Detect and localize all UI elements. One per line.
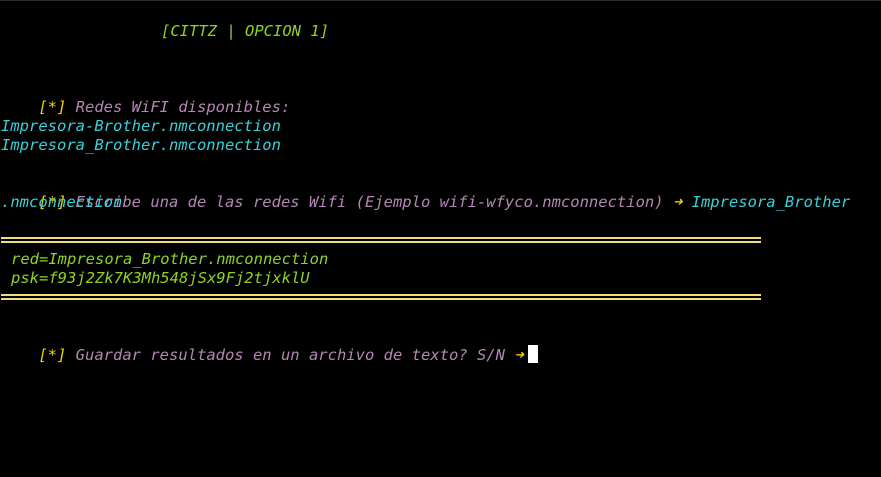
save-prompt-question: Guardar resultados en un archivo de text… — [75, 346, 505, 364]
terminal-window[interactable]: [CITTZ | OPCION 1] [*] Redes WiFI dispon… — [0, 0, 881, 477]
double-rule-top — [1, 237, 761, 243]
save-prompt-line: [*] Guardar resultados en un archivo de … — [1, 326, 538, 364]
result-red: red=Impresora_Brother.nmconnection — [11, 250, 329, 268]
text-cursor[interactable] — [527, 345, 538, 363]
prompt-marker: [*] — [38, 98, 67, 116]
prompt-marker: [*] — [38, 346, 67, 364]
result-psk: psk=f93j2Zk7K3Mh548jSx9Fj2tjxklU — [11, 269, 310, 287]
wifi-network-item: Impresora_Brother.nmconnection — [1, 136, 281, 154]
wifi-list-heading: Redes WiFI disponibles: — [75, 98, 291, 116]
wifi-network-item: Impresora-Brother.nmconnection — [1, 117, 281, 135]
wifi-list-heading-line: [*] Redes WiFI disponibles: — [1, 79, 290, 116]
double-rule-bottom — [1, 294, 761, 300]
arrow-icon: ➜ — [672, 193, 683, 211]
network-select-answer-continued: .nmconnection — [1, 193, 123, 211]
arrow-icon: ➜ — [514, 346, 524, 364]
network-select-answer: Impresora_Brother — [691, 193, 851, 211]
network-select-question: Escribe una de las redes Wifi (Ejemplo w… — [75, 193, 664, 211]
menu-title: [CITTZ | OPCION 1] — [161, 22, 329, 40]
network-select-prompt: [*] Escribe una de las redes Wifi (Ejemp… — [1, 174, 850, 211]
